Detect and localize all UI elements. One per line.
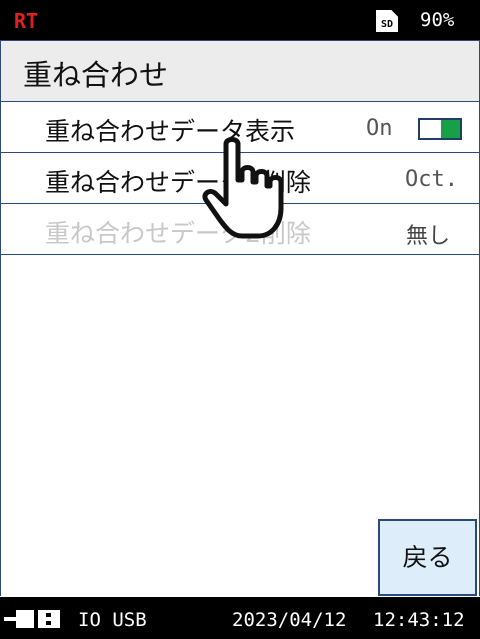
sd-card-icon: SD — [376, 10, 398, 32]
interface-status: IO USB — [78, 609, 147, 631]
status-bar: RT SD 90% — [0, 0, 480, 40]
mode-indicator: RT — [14, 9, 39, 33]
battery-level: 90% — [420, 9, 455, 31]
time-display: 12:43:12 — [373, 609, 465, 631]
menu-item-value: Oct. — [405, 167, 458, 192]
overlay-display-toggle[interactable] — [418, 118, 462, 140]
back-button[interactable]: 戻る — [378, 519, 477, 596]
plug-icon — [4, 610, 60, 628]
page-title-bar: 重ね合わせ — [0, 40, 480, 102]
page-title: 重ね合わせ — [23, 58, 169, 92]
date-display: 2023/04/12 — [232, 609, 347, 631]
menu-item-value: On — [366, 116, 393, 141]
footer-bar: IO USB 2023/04/12 12:43:12 — [0, 597, 480, 639]
menu-item-value: 無し — [406, 224, 451, 249]
toggle-knob — [441, 120, 460, 138]
hand-pointer-icon — [202, 137, 284, 239]
